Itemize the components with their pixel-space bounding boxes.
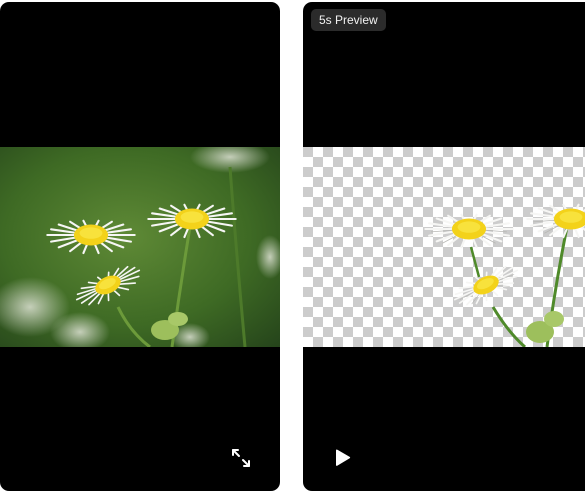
daisy-photo: [0, 147, 280, 347]
original-frame: [0, 147, 280, 347]
expand-arrows-icon[interactable]: [230, 447, 252, 469]
preview-video-panel[interactable]: [303, 2, 585, 491]
video-preview-compare: 5s Preview: [0, 0, 585, 495]
preview-frame: [303, 147, 585, 347]
play-icon[interactable]: [331, 447, 353, 469]
original-video-panel[interactable]: [0, 2, 280, 491]
preview-duration-badge: 5s Preview: [311, 9, 386, 31]
cutout-photo: [303, 147, 585, 347]
